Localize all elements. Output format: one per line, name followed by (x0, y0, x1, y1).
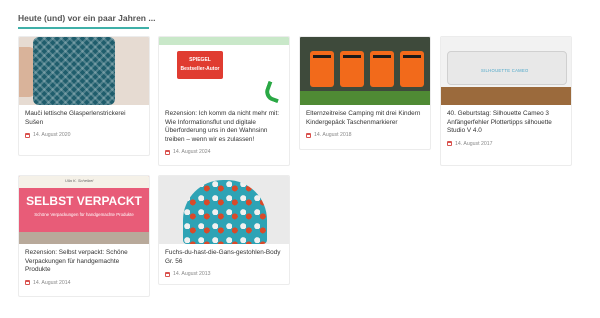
post-date-text: 14. August 2024 (173, 149, 211, 156)
post-thumbnail[interactable]: Ulla K. Scheibel SELBST VERPACKT Schöne … (19, 176, 149, 244)
post-title[interactable]: Mauči lettische Glasperlenstrickerei Suš… (25, 110, 143, 127)
pannier-bag-shape (370, 51, 394, 87)
post-card[interactable]: SPIEGEL Bestseller-Autor Rezension: Ich … (158, 36, 290, 166)
post-date-text: 14. August 2013 (173, 271, 211, 278)
post-card[interactable]: Elternzeitreise Camping mit drei Kindern… (299, 36, 431, 150)
calendar-icon (25, 280, 30, 286)
section-underline (18, 27, 149, 29)
post-title[interactable]: Rezension: Ich komm da nicht mehr mit: W… (165, 110, 283, 144)
cover-stripe (159, 37, 289, 45)
post-card[interactable]: Ulla K. Scheibel SELBST VERPACKT Schöne … (18, 175, 150, 297)
calendar-icon (165, 149, 170, 155)
calendar-icon (306, 132, 311, 138)
post-thumbnail[interactable] (19, 37, 149, 105)
post-card[interactable]: Fuchs-du-hast-die-Gans-gestohlen-Body Gr… (158, 175, 290, 285)
beaded-cuff-shape (33, 37, 115, 105)
post-date: 14. August 2014 (25, 280, 143, 286)
post-title[interactable]: 40. Geburtstag: Silhouette Cameo 3 Anfän… (447, 110, 565, 136)
post-title[interactable]: Fuchs-du-hast-die-Gans-gestohlen-Body Gr… (165, 249, 283, 266)
post-card[interactable]: SILHOUETTE CAMEO 40. Geburtstag: Silhoue… (440, 36, 572, 166)
post-title[interactable]: Rezension: Selbst verpackt: Schöne Verpa… (25, 249, 143, 275)
book-headline: SELBST VERPACKT (26, 194, 142, 208)
book-author: Ulla K. Scheibel (65, 178, 94, 183)
pannier-bag-shape (340, 51, 364, 87)
table-shape (441, 87, 571, 105)
pannier-bag-shape (310, 51, 334, 87)
post-card[interactable]: Mauči lettische Glasperlenstrickerei Suš… (18, 36, 150, 156)
post-date-text: 14. August 2020 (33, 132, 71, 139)
calendar-icon (447, 141, 452, 147)
post-date-text: 14. August 2014 (33, 279, 71, 286)
post-date: 14. August 2024 (165, 149, 283, 155)
post-date: 14. August 2017 (447, 141, 565, 147)
calendar-icon (25, 132, 30, 138)
baby-body-shape (183, 180, 267, 244)
post-thumbnail[interactable]: SILHOUETTE CAMEO (441, 37, 571, 105)
pannier-bag-shape (400, 51, 424, 87)
book-tagline: Schöne Verpackungen für handgemachte Pro… (34, 212, 134, 217)
post-title[interactable]: Elternzeitreise Camping mit drei Kindern… (306, 110, 424, 127)
post-date: 14. August 2020 (25, 132, 143, 138)
post-date: 14. August 2013 (165, 271, 283, 277)
grass-shape (300, 91, 430, 105)
calendar-icon (165, 271, 170, 277)
post-thumbnail[interactable] (300, 37, 430, 105)
post-thumbnail[interactable]: SPIEGEL Bestseller-Autor (159, 37, 289, 105)
post-date-text: 14. August 2018 (314, 132, 352, 139)
machine-brand-label: SILHOUETTE CAMEO (481, 68, 529, 73)
section-title: Heute (und) vor ein paar Jahren ... (18, 13, 156, 23)
cover-bottom-band (19, 232, 149, 244)
bestseller-badge: SPIEGEL Bestseller-Autor (177, 51, 223, 79)
post-date-text: 14. August 2017 (455, 140, 493, 147)
post-date: 14. August 2018 (306, 132, 424, 138)
running-figure-icon (262, 80, 284, 104)
post-thumbnail[interactable] (159, 176, 289, 244)
